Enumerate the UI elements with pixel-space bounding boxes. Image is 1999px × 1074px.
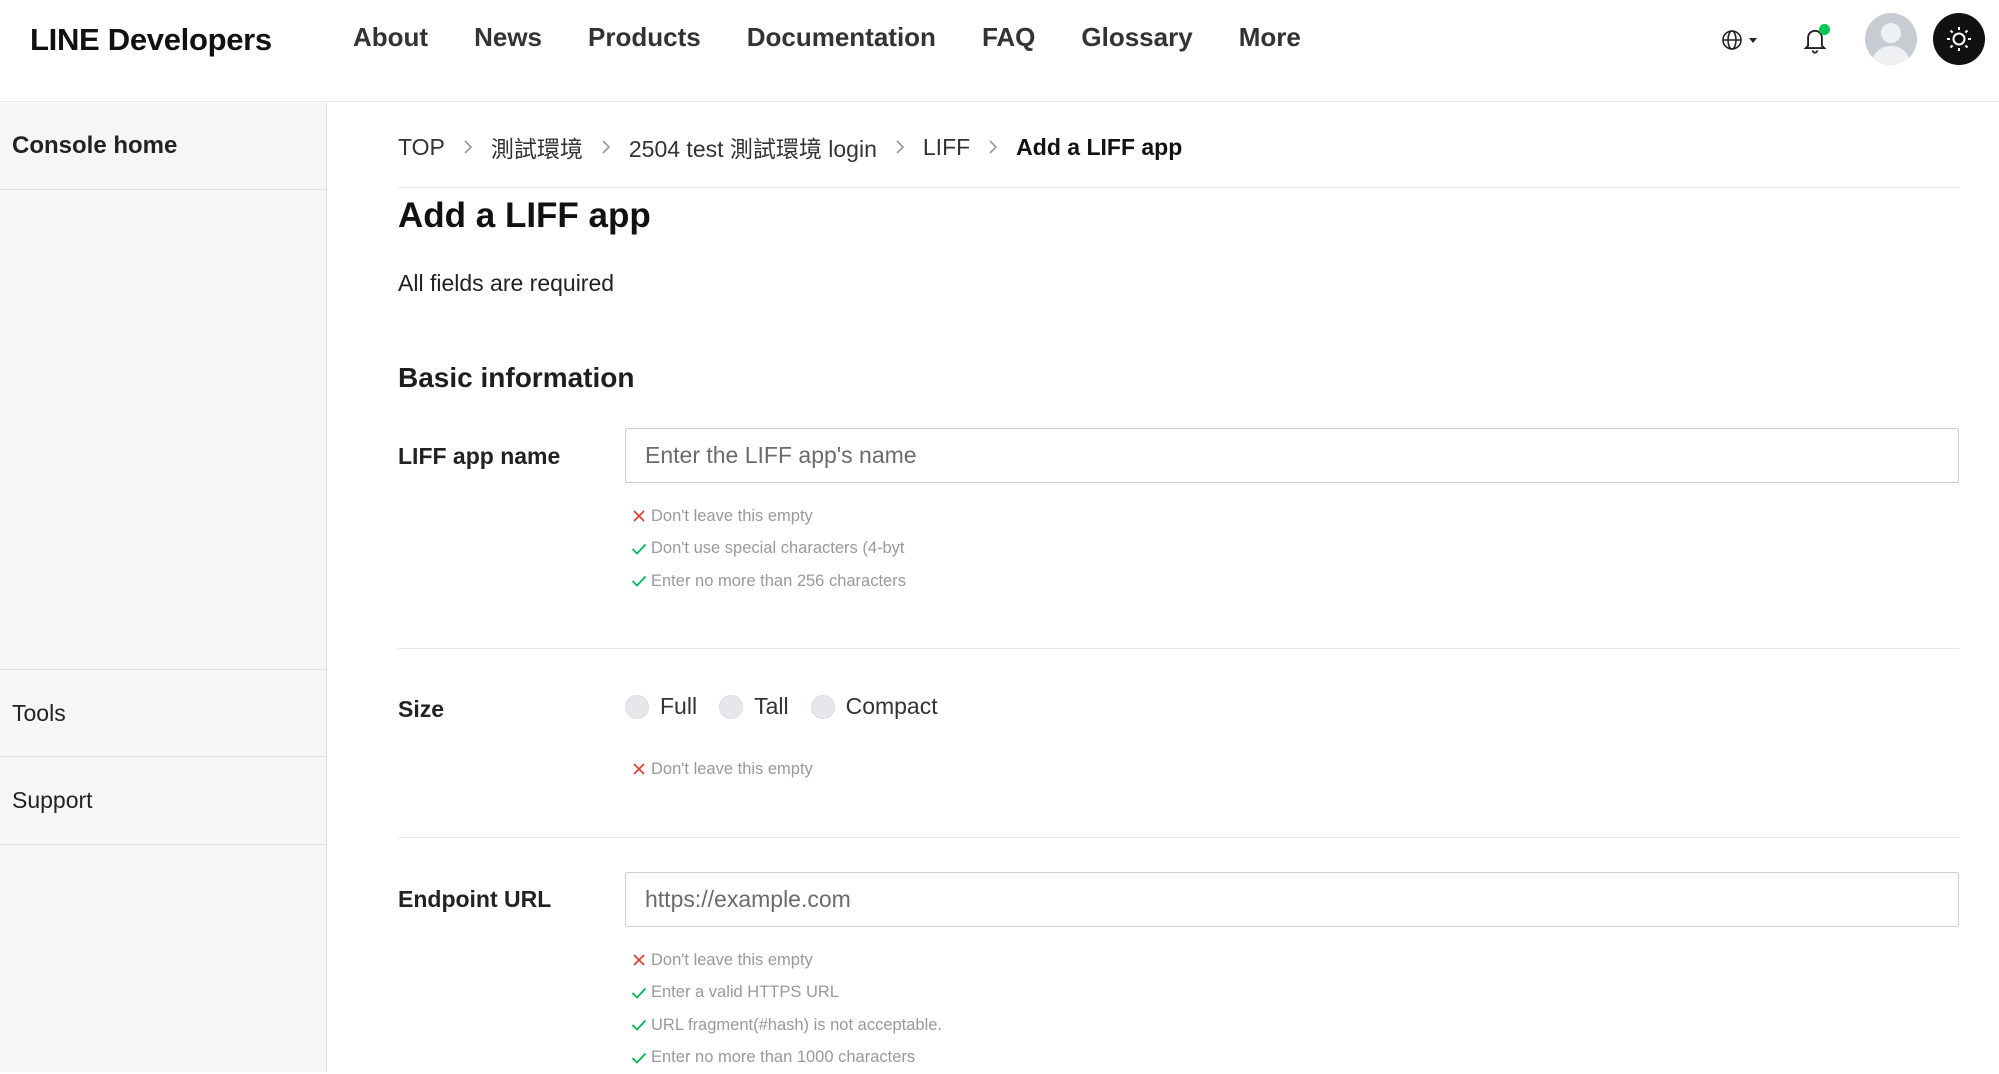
page-title: Add a LIFF app <box>398 196 651 236</box>
nav-more[interactable]: More <box>1239 22 1301 53</box>
validation-rule-text: Enter no more than 256 characters <box>651 572 906 591</box>
liff-name-label: LIFF app name <box>398 443 560 470</box>
size-option-compact[interactable]: Compact <box>811 693 938 720</box>
breadcrumb-liff[interactable]: LIFF <box>923 134 970 161</box>
x-icon <box>629 506 649 526</box>
radio-button[interactable] <box>719 695 743 719</box>
liff-name-input[interactable] <box>625 428 1959 483</box>
sun-icon <box>1945 25 1973 53</box>
nav-products[interactable]: Products <box>588 22 701 53</box>
validation-rule-text: Enter a valid HTTPS URL <box>651 983 839 1002</box>
sidebar: Console home Tools Support <box>0 103 327 1072</box>
brand-logo[interactable]: LINE Developers <box>30 22 272 58</box>
sidebar-item-tools[interactable]: Tools <box>0 669 327 757</box>
notification-dot <box>1819 24 1830 35</box>
size-radio-group: Full Tall Compact <box>625 693 960 720</box>
validation-rule: Enter no more than 256 characters <box>629 565 906 598</box>
radio-button[interactable] <box>811 695 835 719</box>
language-selector[interactable] <box>1720 24 1770 56</box>
notifications-button[interactable] <box>1799 22 1833 56</box>
breadcrumb-top[interactable]: TOP <box>398 134 445 161</box>
chevron-right-icon <box>463 139 473 155</box>
globe-icon <box>1720 28 1744 52</box>
sidebar-item-support[interactable]: Support <box>0 757 327 845</box>
nav-faq[interactable]: FAQ <box>982 22 1035 53</box>
validation-rule: URL fragment(#hash) is not acceptable. <box>629 1009 942 1042</box>
breadcrumb-divider <box>398 187 1959 188</box>
radio-label: Tall <box>754 693 789 720</box>
top-header: LINE Developers About News Products Docu… <box>0 0 1999 102</box>
nav-news[interactable]: News <box>474 22 542 53</box>
chevron-right-icon <box>895 139 905 155</box>
radio-label: Compact <box>846 693 938 720</box>
user-silhouette-icon <box>1865 13 1917 65</box>
validation-rule: Enter no more than 1000 characters <box>629 1042 942 1074</box>
x-icon <box>629 759 649 779</box>
section-title-basic-information: Basic information <box>398 362 634 394</box>
validation-rule: Don't use special characters (4-byt <box>629 533 906 566</box>
chevron-right-icon <box>988 139 998 155</box>
nav-about[interactable]: About <box>353 22 428 53</box>
endpoint-url-input[interactable] <box>625 872 1959 927</box>
validation-rule-text: Don't leave this empty <box>651 760 813 779</box>
breadcrumb-current: Add a LIFF app <box>1016 134 1182 161</box>
check-icon <box>629 1015 649 1035</box>
x-icon <box>629 950 649 970</box>
check-icon <box>629 539 649 559</box>
endpoint-url-rules: Don't leave this empty Enter a valid HTTP… <box>629 944 942 1074</box>
breadcrumb-provider[interactable]: 測試環境 <box>491 130 583 164</box>
size-label: Size <box>398 696 444 723</box>
validation-rule-text: Don't leave this empty <box>651 507 813 526</box>
validation-rule-text: URL fragment(#hash) is not acceptable. <box>651 1016 942 1035</box>
liff-name-rules: Don't leave this empty Don't use special … <box>629 500 906 598</box>
endpoint-url-label: Endpoint URL <box>398 886 551 913</box>
size-rules: Don't leave this empty <box>629 753 813 786</box>
section-divider <box>398 837 1959 838</box>
validation-rule-text: Don't use special characters (4-byt <box>651 539 905 558</box>
nav-glossary[interactable]: Glossary <box>1081 22 1192 53</box>
validation-rule: Don't leave this empty <box>629 944 942 977</box>
check-icon <box>629 983 649 1003</box>
check-icon <box>629 571 649 591</box>
sidebar-item-console-home[interactable]: Console home <box>0 103 327 190</box>
validation-rule: Enter a valid HTTPS URL <box>629 977 942 1010</box>
chevron-right-icon <box>601 139 611 155</box>
validation-rule: Don't leave this empty <box>629 500 906 533</box>
validation-rule: Don't leave this empty <box>629 753 813 786</box>
main-nav: About News Products Documentation FAQ Gl… <box>353 22 1347 53</box>
validation-rule-text: Enter no more than 1000 characters <box>651 1048 915 1067</box>
nav-documentation[interactable]: Documentation <box>747 22 936 53</box>
size-option-tall[interactable]: Tall <box>719 693 789 720</box>
theme-toggle-button[interactable] <box>1933 13 1985 65</box>
section-divider <box>398 648 1959 649</box>
caret-down-icon <box>1748 35 1758 45</box>
radio-label: Full <box>660 693 697 720</box>
breadcrumb: TOP 測試環境 2504 test 測試環境 login LIFF Add a… <box>398 130 1182 164</box>
user-avatar[interactable] <box>1865 13 1917 65</box>
validation-rule-text: Don't leave this empty <box>651 951 813 970</box>
breadcrumb-channel[interactable]: 2504 test 測試環境 login <box>629 130 877 164</box>
required-note: All fields are required <box>398 270 614 297</box>
size-option-full[interactable]: Full <box>625 693 697 720</box>
radio-button[interactable] <box>625 695 649 719</box>
check-icon <box>629 1048 649 1068</box>
